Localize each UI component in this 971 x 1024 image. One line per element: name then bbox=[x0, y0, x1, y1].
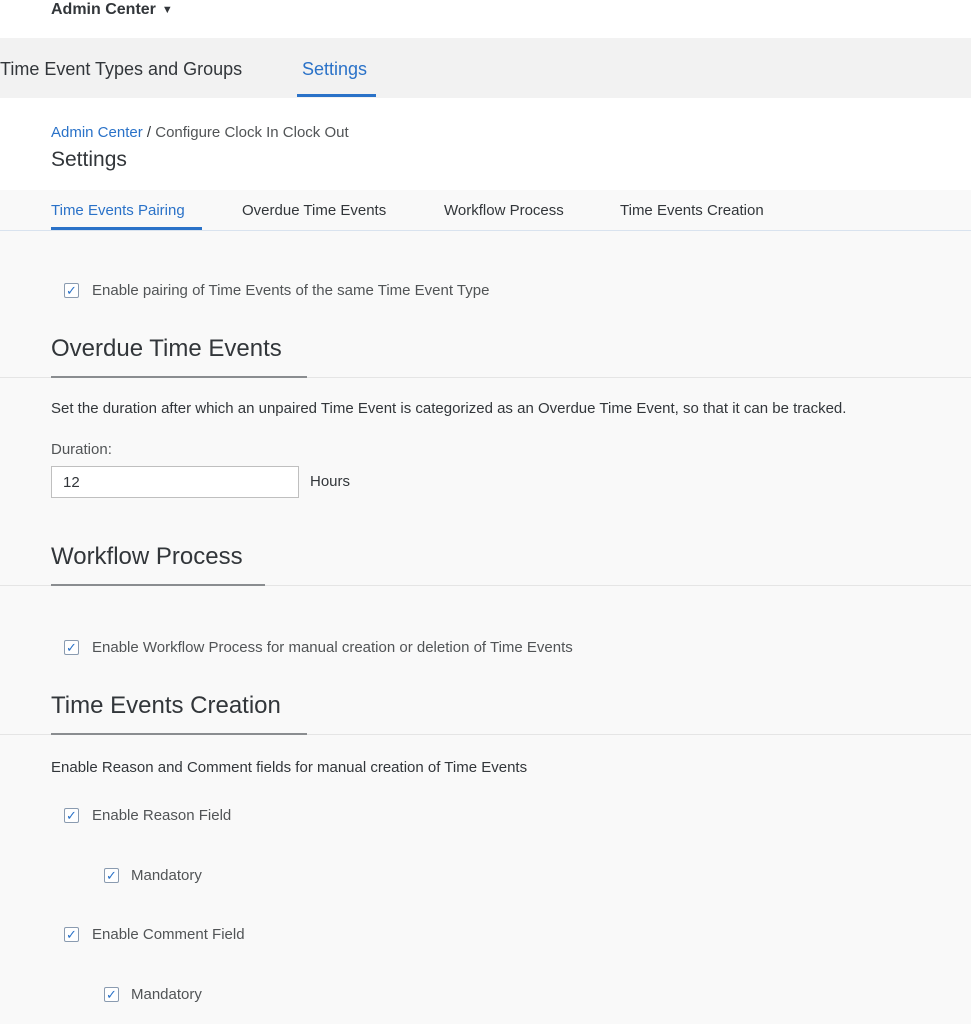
checkmark-icon: ✓ bbox=[66, 808, 77, 823]
duration-unit-label: Hours bbox=[310, 473, 351, 490]
comment-mandatory-checkbox[interactable]: ✓ bbox=[104, 987, 119, 1002]
reason-field-checkbox-label[interactable]: Enable Reason Field bbox=[92, 807, 231, 825]
workflow-checkbox[interactable]: ✓ bbox=[64, 640, 79, 655]
duration-input[interactable] bbox=[51, 466, 299, 498]
checkmark-icon: ✓ bbox=[106, 868, 117, 883]
active-tab-indicator bbox=[297, 94, 376, 97]
anchor-tab-overdue-time-events[interactable]: Overdue Time Events bbox=[242, 202, 386, 220]
checkmark-icon: ✓ bbox=[66, 283, 77, 298]
pairing-checkbox[interactable]: ✓ bbox=[64, 283, 79, 298]
overdue-description: Set the duration after which an unpaired… bbox=[51, 400, 847, 417]
app-menu-button[interactable]: Admin Center ▼ bbox=[51, 0, 173, 20]
page-header bbox=[0, 98, 971, 190]
page-title: Settings bbox=[51, 148, 127, 171]
comment-mandatory-label[interactable]: Mandatory bbox=[131, 986, 202, 1004]
section-title-creation: Time Events Creation bbox=[51, 692, 281, 719]
checkmark-icon: ✓ bbox=[106, 987, 117, 1002]
anchor-tab-time-events-creation[interactable]: Time Events Creation bbox=[620, 202, 764, 220]
checkmark-icon: ✓ bbox=[66, 927, 77, 942]
anchor-tab-workflow-process[interactable]: Workflow Process bbox=[444, 202, 564, 220]
app-title: Admin Center bbox=[51, 1, 156, 18]
breadcrumb-separator: / bbox=[146, 124, 152, 141]
section-title-overdue: Overdue Time Events bbox=[51, 335, 282, 362]
reason-mandatory-label[interactable]: Mandatory bbox=[131, 867, 202, 885]
creation-description: Enable Reason and Comment fields for man… bbox=[51, 759, 528, 776]
duration-label: Duration: bbox=[51, 441, 112, 458]
tab-settings[interactable]: Settings bbox=[302, 59, 367, 79]
reason-field-checkbox[interactable]: ✓ bbox=[64, 808, 79, 823]
reason-mandatory-checkbox[interactable]: ✓ bbox=[104, 868, 119, 883]
comment-field-checkbox-label[interactable]: Enable Comment Field bbox=[92, 926, 245, 944]
active-anchor-indicator bbox=[51, 227, 202, 230]
section-title-underline bbox=[51, 376, 307, 378]
checkmark-icon: ✓ bbox=[66, 640, 77, 655]
breadcrumb: Admin Center / Configure Clock In Clock … bbox=[51, 124, 349, 142]
section-title-underline bbox=[51, 584, 265, 586]
breadcrumb-link-admin-center[interactable]: Admin Center bbox=[51, 124, 143, 141]
workflow-checkbox-label[interactable]: Enable Workflow Process for manual creat… bbox=[92, 639, 573, 657]
tab-time-event-types-and-groups[interactable]: Time Event Types and Groups bbox=[0, 59, 242, 79]
breadcrumb-current: Configure Clock In Clock Out bbox=[155, 124, 349, 141]
section-title-workflow: Workflow Process bbox=[51, 543, 243, 570]
pairing-checkbox-label[interactable]: Enable pairing of Time Events of the sam… bbox=[92, 282, 489, 300]
caret-down-icon: ▼ bbox=[161, 4, 173, 16]
anchor-tab-time-events-pairing[interactable]: Time Events Pairing bbox=[51, 202, 185, 220]
comment-field-checkbox[interactable]: ✓ bbox=[64, 927, 79, 942]
section-title-underline bbox=[51, 733, 307, 735]
